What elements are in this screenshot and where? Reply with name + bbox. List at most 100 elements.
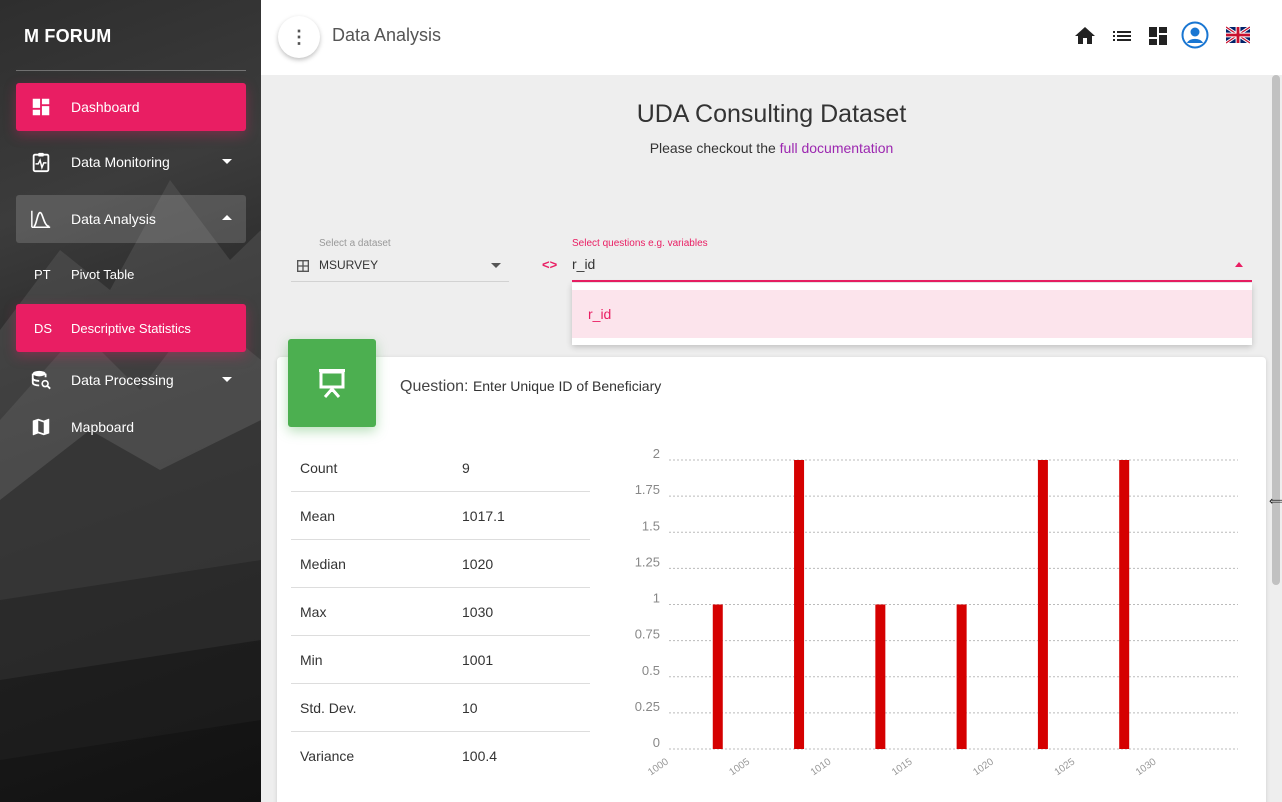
home-icon[interactable] [1073, 24, 1097, 48]
chevron-down-icon [222, 377, 232, 382]
dataset-select-label: Select a dataset [319, 238, 391, 249]
table-row: Max 1030 [291, 588, 590, 636]
resize-cursor-icon: ⟺ [1269, 494, 1282, 508]
question-heading: Question: Enter Unique ID of Beneficiary [400, 378, 661, 396]
stat-name: Min [300, 652, 323, 668]
bar [1119, 460, 1130, 749]
x-tick-label: 1010 [809, 756, 834, 778]
x-tick-label: 1015 [890, 756, 915, 778]
more-vert-icon: ⋮ [290, 26, 308, 47]
sidebar: M FORUM Dashboard Data Monitoring Data A… [0, 0, 261, 802]
sidebar-item-mapboard[interactable]: Mapboard [16, 403, 246, 451]
subtitle-prefix: Please checkout the [649, 140, 780, 156]
question-dropdown: r_id [572, 283, 1252, 345]
y-tick-label: 0.5 [642, 663, 660, 678]
page-title: Data Analysis [332, 25, 442, 45]
sidebar-item-data-monitoring[interactable]: Data Monitoring [16, 138, 246, 186]
stat-name: Variance [300, 748, 355, 764]
stat-name: Mean [300, 508, 336, 524]
account-icon[interactable] [1181, 21, 1209, 49]
sidebar-item-label: Mapboard [71, 419, 135, 435]
chevron-up-icon [1235, 262, 1243, 267]
stat-name: Std. Dev. [300, 700, 357, 716]
stat-name: Median [300, 556, 346, 572]
y-tick-label: 0.25 [635, 699, 660, 714]
sidebar-item-abbr: DS [34, 320, 53, 336]
dataset-select-value: MSURVEY [319, 258, 379, 272]
table-row: Mean 1017.1 [291, 492, 590, 540]
statistics-table: Count 9 Mean 1017.1 Median 1020 Max 1030 Min… [291, 444, 590, 780]
database-search-icon [31, 370, 51, 390]
documentation-note: Please checkout the full documentation [261, 140, 1282, 156]
map-icon [32, 418, 50, 436]
chevron-down-icon [491, 263, 501, 268]
sidebar-item-label: Data Processing [71, 372, 174, 388]
sidebar-item-abbr: PT [34, 266, 51, 282]
table-row: Variance 100.4 [291, 732, 590, 780]
sidebar-item-pivot-table[interactable]: PT Pivot Table [16, 250, 246, 298]
x-tick-label: 1020 [971, 756, 996, 778]
clipboard-pulse-icon [32, 152, 50, 173]
dashboard-icon [32, 98, 50, 116]
dashboard-icon[interactable] [1146, 24, 1170, 48]
sidebar-item-descriptive-statistics[interactable]: DS Descriptive Statistics [16, 304, 246, 352]
x-tick-label: 1005 [727, 756, 752, 778]
dataset-title: UDA Consulting Dataset [636, 100, 907, 128]
sidebar-item-label: Dashboard [71, 99, 140, 115]
table-row: Std. Dev. 10 [291, 684, 590, 732]
sidebar-item-label: Pivot Table [71, 266, 135, 282]
stat-value: 10 [462, 700, 478, 716]
bar [956, 604, 967, 749]
bar [794, 460, 805, 749]
sidebar-item-data-analysis[interactable]: Data Analysis [16, 195, 246, 243]
y-tick-label: 1 [653, 591, 660, 606]
y-tick-label: 1.25 [635, 554, 660, 569]
question-option[interactable]: r_id [572, 290, 1252, 338]
list-icon[interactable] [1110, 24, 1134, 48]
more-menu-button[interactable]: ⋮ [278, 16, 320, 58]
stat-name: Max [300, 604, 327, 620]
sidebar-item-label: Data Monitoring [71, 154, 170, 170]
y-tick-label: 0.75 [635, 627, 660, 642]
question-select-value: r_id [572, 256, 596, 272]
question-select[interactable]: r_id [572, 253, 1252, 282]
y-tick-label: 1.75 [635, 482, 660, 497]
table-row: Count 9 [291, 444, 590, 492]
question-text: Enter Unique ID of Beneficiary [472, 378, 662, 394]
x-tick-label: 1030 [1134, 756, 1159, 778]
histogram-chart: 0 0.25 0.5 0.75 1 1.25 1.5 1.75 2 1000 1005 1010 101… [635, 446, 1238, 778]
documentation-link[interactable]: full documentation [780, 140, 894, 156]
card-header-icon [288, 339, 376, 427]
sidebar-item-dashboard[interactable]: Dashboard [16, 83, 246, 131]
stat-value: 1001 [462, 652, 494, 668]
dataset-select[interactable]: MSURVEY [291, 253, 509, 282]
sidebar-item-label: Descriptive Statistics [71, 320, 191, 336]
chevron-down-icon [222, 159, 232, 164]
y-tick-label: 2 [653, 446, 660, 461]
sidebar-item-data-processing[interactable]: Data Processing [16, 356, 246, 404]
bar [712, 604, 723, 749]
table-icon [297, 260, 309, 272]
bar [875, 604, 886, 749]
sidebar-divider [16, 70, 246, 71]
top-bar: ⋮ Data Analysis [261, 0, 1282, 75]
y-tick-label: 1.5 [642, 518, 660, 533]
bar [1037, 460, 1048, 749]
table-row: Min 1001 [291, 636, 590, 684]
question-prefix: Question: [400, 378, 473, 395]
stat-value: 1020 [462, 556, 494, 572]
x-tick-label: 1000 [646, 756, 671, 778]
x-tick-label: 1025 [1053, 756, 1078, 778]
stat-name: Count [300, 460, 338, 476]
scrollbar[interactable] [1272, 75, 1280, 585]
brand-title[interactable]: M FORUM [24, 26, 111, 47]
question-select-label: Select questions e.g. variables [572, 238, 708, 249]
sidebar-item-label: Data Analysis [71, 211, 156, 227]
presentation-icon [319, 369, 345, 398]
stat-value: 1030 [462, 604, 494, 620]
code-icon: <> [542, 257, 558, 272]
y-tick-label: 0 [653, 735, 660, 750]
stat-value: 1017.1 [462, 508, 505, 524]
uk-flag-icon[interactable] [1226, 25, 1250, 45]
bell-curve-icon [31, 210, 51, 228]
